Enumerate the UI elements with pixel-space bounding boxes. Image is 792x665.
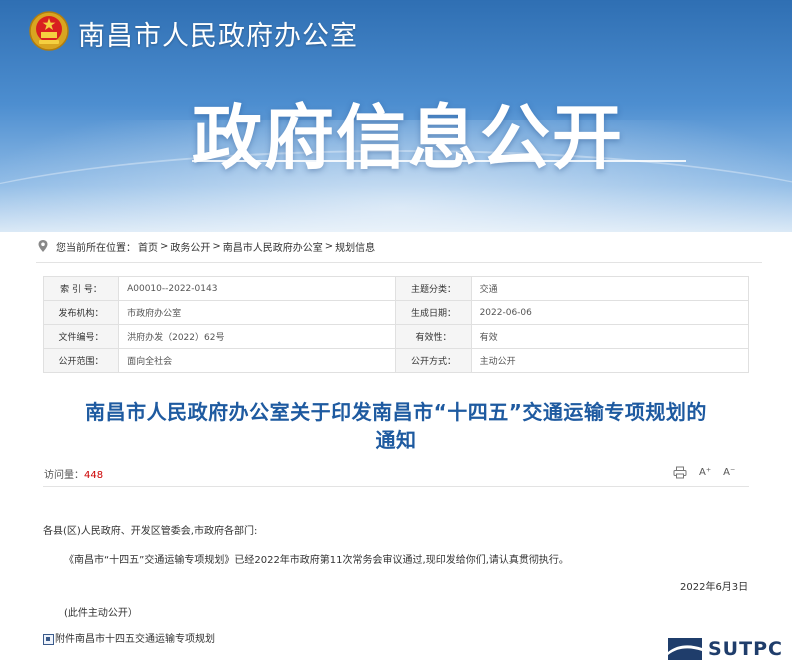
visits-count: 448 (84, 470, 104, 481)
breadcrumb-item-home[interactable]: 首页 (138, 239, 158, 254)
meta-value: 洪府办发（2022）62号 (118, 324, 397, 349)
table-row: 公开范围： 面向全社会 公开方式： 主动公开 (42, 348, 750, 373)
attachment-link[interactable]: 附件南昌市十四五交通运输专项规划 (43, 630, 215, 645)
article-title-line1: 南昌市人民政府办公室关于印发南昌市“十四五”交通运输专项规划的 (85, 400, 707, 424)
article-title: 南昌市人民政府办公室关于印发南昌市“十四五”交通运输专项规划的 通知 (40, 398, 752, 454)
tools-divider (43, 486, 749, 487)
site-name[interactable]: 南昌市人民政府办公室 (78, 14, 358, 53)
breadcrumb-divider (36, 262, 762, 263)
font-smaller-button[interactable]: A⁻ (723, 467, 735, 478)
meta-label: 公开范围： (42, 348, 120, 373)
meta-label: 主题分类： (395, 276, 472, 301)
table-row: 发布机构： 市政府办公室 生成日期： 2022-06-06 (42, 300, 750, 325)
meta-label: 公开方式： (395, 348, 472, 373)
meta-value: A00010--2022-0143 (118, 276, 397, 301)
breadcrumb-item-planning[interactable]: 规划信息 (335, 239, 375, 254)
meta-value: 交通 (470, 276, 750, 301)
breadcrumb-item-office[interactable]: 南昌市人民政府办公室 (223, 239, 323, 254)
disclosure-note: (此件主动公开） (64, 608, 138, 619)
sutpc-text: SUTPC (708, 638, 783, 660)
banner: 南昌市人民政府办公室 政府信息公开 (0, 0, 792, 232)
sutpc-watermark: SUTPC (668, 638, 783, 660)
issue-date: 2022年6月3日 (680, 582, 749, 593)
meta-label: 索 引 号： (42, 276, 120, 301)
national-emblem-icon[interactable] (28, 10, 70, 52)
location-pin-icon (38, 240, 48, 252)
breadcrumb-separator: > (160, 240, 169, 252)
breadcrumb-item-affairs[interactable]: 政务公开 (170, 239, 210, 254)
font-larger-button[interactable]: A⁺ (699, 467, 711, 478)
body-paragraph: 《南昌市“十四五”交通运输专项规划》已经2022年市政府第11次常务会审议通过,… (64, 555, 569, 566)
meta-label: 生成日期： (395, 300, 472, 325)
table-row: 索 引 号： A00010--2022-0143 主题分类： 交通 (42, 276, 750, 301)
meta-label: 文件编号： (42, 324, 120, 349)
print-icon[interactable] (673, 466, 687, 479)
article-tools: A⁺ A⁻ (673, 466, 735, 479)
breadcrumb-separator: > (324, 240, 334, 252)
meta-label: 发布机构： (42, 300, 120, 325)
sutpc-logo-icon (668, 638, 702, 660)
attachment-icon (43, 633, 54, 645)
meta-value: 市政府办公室 (118, 300, 397, 325)
visit-counter: 访问量：448 (44, 466, 103, 481)
banner-title: 政府信息公开 (192, 97, 624, 179)
meta-value: 面向全社会 (118, 348, 397, 373)
attachment-label[interactable]: 附件南昌市十四五交通运输专项规划 (55, 634, 215, 645)
banner-underline (192, 160, 686, 162)
meta-value: 2022-06-06 (470, 300, 750, 325)
meta-value: 有效 (470, 324, 750, 349)
breadcrumb: 您当前所在位置： 首页 > 政务公开 > 南昌市人民政府办公室 > 规划信息 (36, 234, 762, 258)
salutation: 各县(区)人民政府、开发区管委会,市政府各部门: (43, 526, 258, 537)
meta-label: 有效性： (395, 324, 472, 349)
visits-label: 访问量： (44, 470, 84, 481)
breadcrumb-separator: > (212, 240, 221, 252)
breadcrumb-prefix: 您当前所在位置： (56, 242, 136, 254)
metadata-table: 索 引 号： A00010--2022-0143 主题分类： 交通 发布机构： … (42, 276, 750, 373)
article-title-line2: 通知 (375, 428, 417, 452)
meta-value: 主动公开 (470, 348, 750, 373)
table-row: 文件编号： 洪府办发（2022）62号 有效性： 有效 (42, 324, 750, 349)
